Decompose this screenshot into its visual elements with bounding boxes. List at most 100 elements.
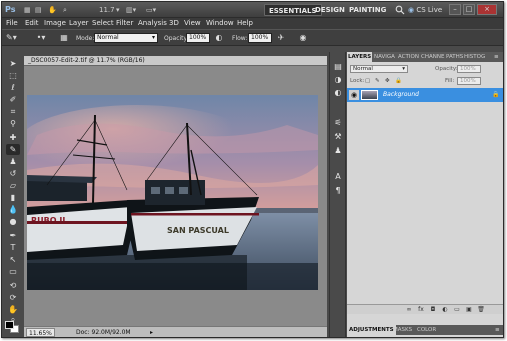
- fill-input[interactable]: 100%: [457, 77, 481, 85]
- menu-select[interactable]: Select: [92, 18, 114, 29]
- lasso-tool-icon[interactable]: ℓ: [6, 82, 20, 93]
- quick-select-tool-icon[interactable]: ✐: [6, 94, 20, 105]
- healing-brush-tool-icon[interactable]: ✚: [6, 132, 20, 143]
- layer-opacity-input[interactable]: 100%: [457, 65, 481, 73]
- brush-size-icon[interactable]: •▾: [36, 33, 46, 43]
- flow-input[interactable]: 100%: [248, 33, 272, 43]
- eye-icon[interactable]: ◉: [349, 90, 359, 100]
- minibridge-icon[interactable]: ▤: [35, 5, 42, 15]
- menu-analysis[interactable]: Analysis: [138, 18, 167, 29]
- adjustment-layer-icon[interactable]: ◐: [441, 306, 449, 314]
- 3d-camera-tool-icon[interactable]: ⟳: [6, 292, 20, 303]
- maximize-button[interactable]: □: [463, 4, 475, 15]
- tab-masks[interactable]: MASKS: [391, 325, 414, 335]
- layer-row-background[interactable]: ◉ Background 🔒: [347, 88, 503, 102]
- bottom-panel-menu-icon[interactable]: ≡: [493, 325, 502, 335]
- zoom-dropdown-icon[interactable]: ▾: [116, 5, 120, 15]
- minimize-button[interactable]: –: [449, 4, 461, 15]
- layer-style-icon[interactable]: fx: [417, 306, 425, 314]
- airbrush-icon[interactable]: ✈: [276, 33, 286, 43]
- swatches-panel-icon[interactable]: ◐: [333, 88, 343, 98]
- bridge-icon[interactable]: ▦: [24, 5, 31, 15]
- canvas-image[interactable]: RUBO II SAN PASCUAL: [27, 95, 318, 290]
- tab-histogram[interactable]: HISTOG: [463, 52, 486, 62]
- character-panel-icon[interactable]: A: [333, 172, 343, 182]
- tab-channels[interactable]: CHANNE: [420, 52, 445, 62]
- history-panel-icon[interactable]: ▤: [333, 62, 343, 72]
- screen-mode-icon[interactable]: ▭▾: [146, 5, 156, 15]
- document-tab[interactable]: _DSC0057-Edit-2.tif @ 11.7% (RGB/16): [24, 56, 327, 66]
- tab-adjustments[interactable]: ADJUSTMENTS: [347, 325, 396, 335]
- blur-tool-icon[interactable]: 💧: [6, 204, 20, 215]
- pen-tool-icon[interactable]: ✒: [6, 230, 20, 241]
- 3d-rotate-tool-icon[interactable]: ⟲: [6, 280, 20, 291]
- lock-position-icon[interactable]: ✥: [385, 77, 390, 85]
- menu-help[interactable]: Help: [237, 18, 253, 29]
- eraser-tool-icon[interactable]: ▱: [6, 180, 20, 191]
- arrange-documents-icon[interactable]: ▥▾: [126, 5, 136, 15]
- move-tool-icon[interactable]: ➤: [6, 58, 20, 69]
- blend-mode-value: Normal: [353, 66, 373, 72]
- crop-tool-icon[interactable]: ⌗: [6, 106, 20, 117]
- tab-paths[interactable]: PATHS: [445, 52, 464, 62]
- lock-image-icon[interactable]: ✎: [375, 77, 380, 85]
- menu-filter[interactable]: Filter: [116, 18, 133, 29]
- pressure-size-icon[interactable]: ◉: [298, 33, 308, 43]
- workspace-design[interactable]: DESIGN: [311, 4, 349, 16]
- tab-navigator[interactable]: NAVIGA: [373, 52, 396, 62]
- clone-stamp-tool-icon[interactable]: ♟: [6, 156, 20, 167]
- eyedropper-tool-icon[interactable]: ⚲: [6, 118, 20, 129]
- brush-presets-panel-icon[interactable]: ⚟: [333, 118, 343, 128]
- status-menu-arrow-icon[interactable]: ▸: [150, 328, 153, 337]
- menu-window[interactable]: Window: [206, 18, 234, 29]
- clone-source-panel-icon[interactable]: ♟: [333, 146, 343, 156]
- type-tool-icon[interactable]: T: [6, 242, 20, 253]
- tab-color[interactable]: COLOR: [415, 325, 438, 335]
- brush-tool-icon[interactable]: ✎: [6, 144, 20, 155]
- layer-name: Background: [383, 91, 419, 98]
- new-group-icon[interactable]: ▭: [453, 306, 461, 314]
- path-selection-tool-icon[interactable]: ↖: [6, 254, 20, 265]
- lock-transparent-icon[interactable]: ▢: [365, 77, 370, 85]
- foreground-color-swatch[interactable]: [5, 321, 14, 329]
- marquee-tool-icon[interactable]: ⬚: [6, 70, 20, 81]
- tab-actions[interactable]: ACTION: [397, 52, 420, 62]
- zoom-level-value[interactable]: 11.7: [99, 5, 115, 15]
- brush-panel-icon[interactable]: ▦: [59, 33, 69, 43]
- search-icon[interactable]: [395, 5, 405, 15]
- close-button[interactable]: ×: [477, 4, 497, 15]
- menu-layer[interactable]: Layer: [69, 18, 89, 29]
- layers-lock-row: Lock: ▢ ✎ ✥ 🔒 Fill: 100%: [347, 75, 503, 87]
- blend-mode-select[interactable]: Normal ▾: [350, 65, 408, 73]
- lock-all-icon[interactable]: 🔒: [395, 77, 402, 85]
- zoom-tool-icon[interactable]: ⌕: [63, 5, 67, 15]
- menu-image[interactable]: Image: [44, 18, 66, 29]
- menu-view[interactable]: View: [184, 18, 201, 29]
- status-zoom-input[interactable]: 11.65%: [26, 328, 55, 337]
- layer-opacity-label: Opacity:: [435, 66, 458, 72]
- mode-select[interactable]: Normal ▾: [94, 33, 158, 43]
- tab-layers[interactable]: LAYERS: [347, 52, 373, 62]
- cs-live-label: CS Live: [416, 6, 443, 14]
- paragraph-panel-icon[interactable]: ¶: [333, 186, 343, 196]
- panel-menu-icon[interactable]: ≡: [493, 52, 500, 62]
- menu-edit[interactable]: Edit: [25, 18, 39, 29]
- add-mask-icon[interactable]: ◘: [429, 306, 437, 314]
- brush-tool-preset-icon[interactable]: ✎▾: [6, 33, 17, 43]
- menu-3d[interactable]: 3D: [169, 18, 179, 29]
- menu-file[interactable]: File: [6, 18, 18, 29]
- link-layers-icon[interactable]: ∞: [405, 306, 413, 314]
- delete-layer-icon[interactable]: 🗑: [477, 306, 485, 314]
- gradient-tool-icon[interactable]: ▮: [6, 192, 20, 203]
- pressure-opacity-icon[interactable]: ◐: [214, 33, 224, 43]
- hand-icon[interactable]: ✋: [48, 5, 57, 15]
- history-brush-tool-icon[interactable]: ↺: [6, 168, 20, 179]
- shape-tool-icon[interactable]: ▭: [6, 266, 20, 277]
- color-panel-icon[interactable]: ◑: [333, 75, 343, 85]
- opacity-input[interactable]: 100%: [186, 33, 210, 43]
- tool-presets-panel-icon[interactable]: ⚒: [333, 132, 343, 142]
- dodge-tool-icon[interactable]: ●: [6, 216, 20, 227]
- new-layer-icon[interactable]: ▣: [465, 306, 473, 314]
- cs-live-menu[interactable]: ◉ CS Live: [408, 4, 442, 16]
- workspace-painting[interactable]: PAINTING: [345, 4, 390, 16]
